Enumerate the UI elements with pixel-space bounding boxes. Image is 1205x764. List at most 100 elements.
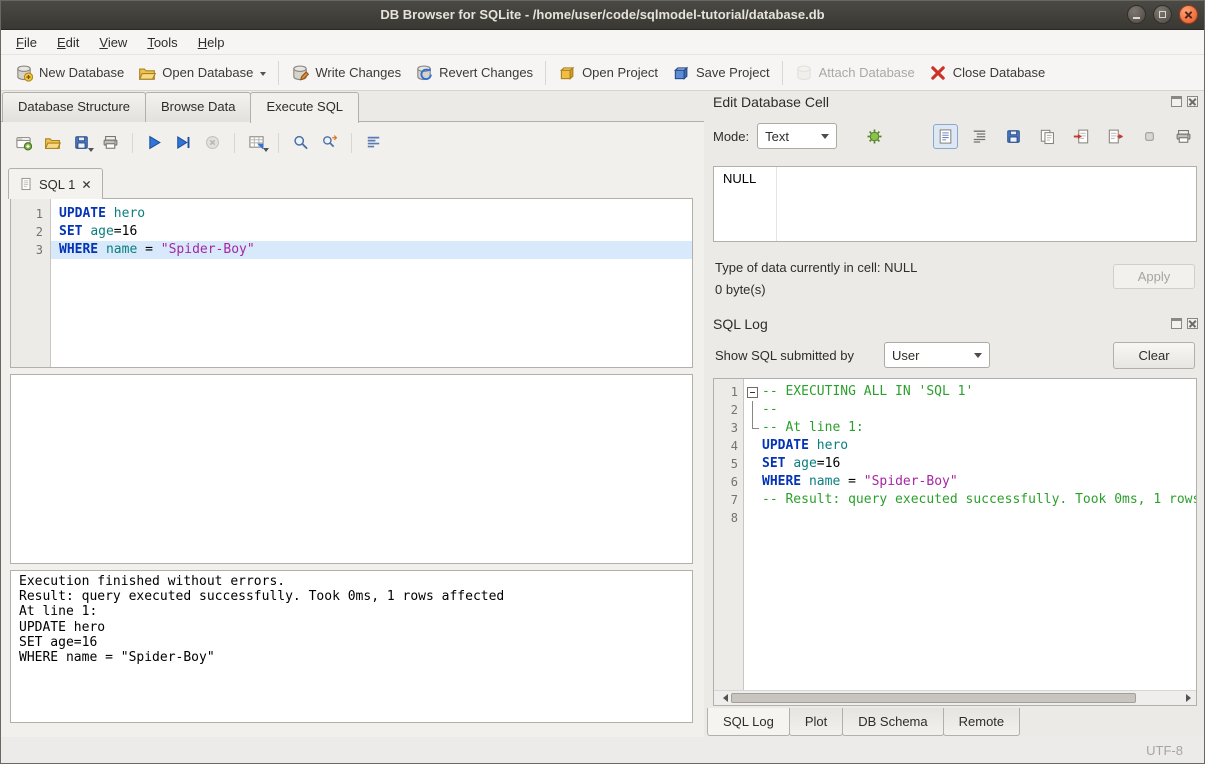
scroll-thumb[interactable] (731, 693, 1136, 703)
dock-tab-db-schema[interactable]: DB Schema (842, 708, 943, 736)
fold-guide (744, 437, 760, 455)
text-mode-button[interactable] (933, 124, 958, 149)
text-mode-icon (937, 128, 954, 145)
line-number: 1 (714, 383, 744, 401)
dock-tab-plot[interactable]: Plot (789, 708, 843, 736)
write-changes-button[interactable]: Write Changes (284, 59, 408, 87)
export-file-button[interactable] (1103, 124, 1128, 149)
close-tab-icon[interactable] (81, 179, 92, 190)
print-cell-button[interactable] (1171, 124, 1196, 149)
format-sql-button[interactable] (360, 129, 387, 156)
export-file-icon (1107, 128, 1124, 145)
fold-toggle-icon[interactable] (744, 383, 760, 401)
sql-tab-label: SQL 1 (39, 177, 75, 192)
titlebar[interactable]: DB Browser for SQLite - /home/user/code/… (0, 0, 1205, 30)
results-grid[interactable] (10, 374, 693, 564)
dock-tab-bar: SQL LogPlotDB SchemaRemote (707, 708, 1019, 736)
close-database-icon (929, 64, 947, 82)
find-replace-button[interactable] (316, 129, 343, 156)
stop-button (199, 129, 226, 156)
toolbar-separator (132, 133, 133, 153)
open-sql-file-button[interactable] (39, 129, 66, 156)
open-project-button[interactable]: Open Project (551, 59, 665, 87)
fold-guide (744, 419, 760, 437)
print-button[interactable] (97, 129, 124, 156)
button-label: Attach Database (819, 65, 915, 80)
attach-database-button: Attach Database (788, 59, 922, 87)
close-database-button[interactable]: Close Database (922, 59, 1053, 87)
save-project-button[interactable]: Save Project (665, 59, 777, 87)
execute-all-button[interactable] (141, 129, 168, 156)
save-as-button[interactable] (1001, 124, 1026, 149)
scroll-right-icon[interactable] (1180, 691, 1196, 705)
float-panel-icon[interactable] (1171, 318, 1182, 329)
menu-view[interactable]: View (89, 31, 137, 54)
sql-log-panel-controls (1171, 318, 1198, 329)
find-button[interactable] (287, 129, 314, 156)
apply-button[interactable]: Apply (1113, 264, 1195, 289)
submitter-select[interactable]: User (884, 342, 990, 368)
set-null-icon (1141, 128, 1158, 145)
window-title: DB Browser for SQLite - /home/user/code/… (380, 7, 824, 22)
message-line: UPDATE hero (19, 620, 684, 635)
stop-icon (204, 134, 221, 151)
find-icon (292, 134, 309, 151)
auto-update-button[interactable] (862, 124, 887, 149)
tab-execute-sql[interactable]: Execute SQL (250, 92, 359, 123)
mode-select[interactable]: Text (757, 123, 837, 149)
revert-changes-button[interactable]: Revert Changes (408, 59, 540, 87)
open-database-button[interactable]: Open Database (131, 59, 273, 87)
button-label: Write Changes (315, 65, 401, 80)
encoding-indicator[interactable]: UTF-8 (1146, 743, 1183, 758)
line-number: 7 (714, 491, 744, 509)
open-project-icon (558, 64, 576, 82)
code-text: SET age=16 (760, 455, 1196, 473)
float-panel-icon[interactable] (1171, 96, 1182, 107)
chevron-down-icon (260, 72, 266, 79)
auto-update-icon (866, 128, 883, 145)
tab-sql-1[interactable]: SQL 1 (8, 168, 103, 199)
code-text: -- At line 1: (760, 419, 1196, 437)
save-sql-file-button[interactable] (68, 129, 95, 156)
menu-edit[interactable]: Edit (47, 31, 89, 54)
menu-tools[interactable]: Tools (137, 31, 187, 54)
execute-line-button[interactable] (170, 129, 197, 156)
menu-help[interactable]: Help (188, 31, 235, 54)
new-database-button[interactable]: New Database (8, 59, 131, 87)
menu-file[interactable]: File (6, 31, 47, 54)
import-file-button[interactable] (1069, 124, 1094, 149)
code-line: 8 (714, 509, 1196, 527)
execute-sql-pane: SQL 1 1UPDATE hero2SET age=163WHERE name… (0, 121, 704, 737)
sql-editor[interactable]: 1UPDATE hero2SET age=163WHERE name = "Sp… (10, 198, 693, 368)
sql-log-title: SQL Log (713, 316, 768, 332)
scroll-track[interactable] (730, 691, 1180, 705)
edit-cell-title: Edit Database Cell (713, 94, 829, 110)
message-line: Execution finished without errors. (19, 574, 684, 589)
indent-button[interactable] (967, 124, 992, 149)
execution-message: Execution finished without errors.Result… (10, 570, 693, 723)
clear-button[interactable]: Clear (1113, 342, 1195, 369)
copy-button[interactable] (1035, 124, 1060, 149)
close-panel-icon[interactable] (1187, 318, 1198, 329)
sql-editor-toolbar (10, 129, 387, 156)
cell-editor[interactable]: NULL (713, 166, 1197, 242)
minimize-button[interactable] (1127, 5, 1146, 24)
close-panel-icon[interactable] (1187, 96, 1198, 107)
line-number: 5 (714, 455, 744, 473)
close-button[interactable] (1179, 5, 1198, 24)
scroll-left-icon[interactable] (714, 691, 730, 705)
dock-tab-remote[interactable]: Remote (943, 708, 1021, 736)
tab-browse-data[interactable]: Browse Data (145, 92, 251, 122)
chevron-down-icon (821, 134, 829, 143)
maximize-button[interactable] (1153, 5, 1172, 24)
code-line: 3WHERE name = "Spider-Boy" (11, 241, 692, 259)
save-results-button[interactable] (243, 129, 270, 156)
new-tab-button[interactable] (10, 129, 37, 156)
line-number: 3 (11, 241, 51, 259)
right-panel: Edit Database Cell Mode: Text NULL Type … (704, 90, 1205, 737)
tab-database-structure[interactable]: Database Structure (2, 92, 146, 122)
horizontal-scrollbar[interactable] (714, 690, 1196, 705)
sql-log-view[interactable]: 1-- EXECUTING ALL IN 'SQL 1'2--3-- At li… (713, 378, 1197, 706)
dock-tab-sql-log[interactable]: SQL Log (707, 708, 790, 736)
code-line: 6WHERE name = "Spider-Boy" (714, 473, 1196, 491)
